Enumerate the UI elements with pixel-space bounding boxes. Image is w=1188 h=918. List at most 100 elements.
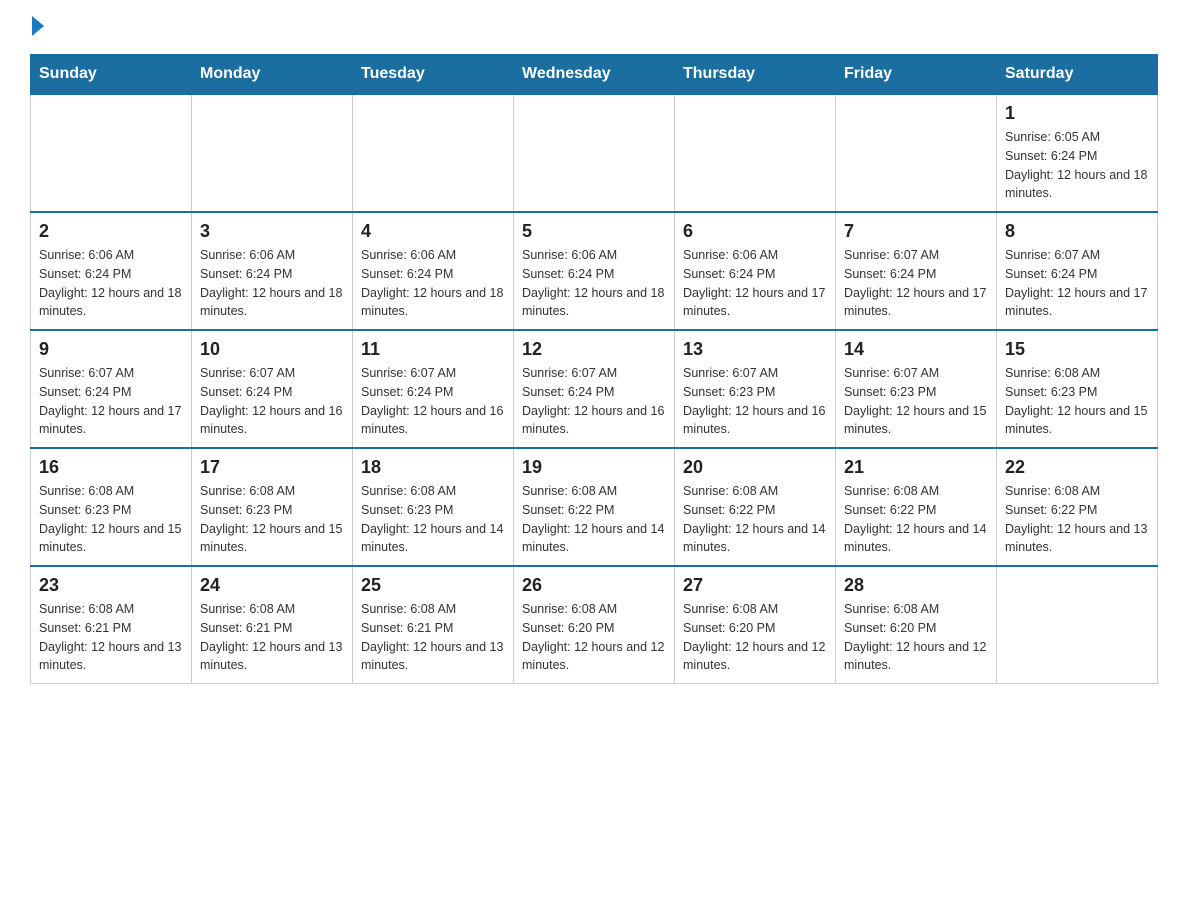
day-info: Sunrise: 6:08 AMSunset: 6:20 PMDaylight:… — [683, 600, 827, 675]
day-number: 24 — [200, 575, 344, 596]
calendar-cell: 17 Sunrise: 6:08 AMSunset: 6:23 PMDayligh… — [192, 448, 353, 566]
calendar-header-monday: Monday — [192, 55, 353, 95]
day-number: 11 — [361, 339, 505, 360]
calendar-cell: 7 Sunrise: 6:07 AMSunset: 6:24 PMDaylight… — [836, 212, 997, 330]
day-number: 8 — [1005, 221, 1149, 242]
calendar-week-row: 16 Sunrise: 6:08 AMSunset: 6:23 PMDayligh… — [31, 448, 1158, 566]
calendar-header-saturday: Saturday — [997, 55, 1158, 95]
page-header — [30, 20, 1158, 36]
day-number: 19 — [522, 457, 666, 478]
day-info: Sunrise: 6:08 AMSunset: 6:23 PMDaylight:… — [1005, 364, 1149, 439]
day-info: Sunrise: 6:07 AMSunset: 6:24 PMDaylight:… — [1005, 246, 1149, 321]
day-number: 14 — [844, 339, 988, 360]
day-number: 18 — [361, 457, 505, 478]
calendar-cell: 5 Sunrise: 6:06 AMSunset: 6:24 PMDaylight… — [514, 212, 675, 330]
day-info: Sunrise: 6:08 AMSunset: 6:22 PMDaylight:… — [522, 482, 666, 557]
day-info: Sunrise: 6:07 AMSunset: 6:24 PMDaylight:… — [522, 364, 666, 439]
calendar-cell: 16 Sunrise: 6:08 AMSunset: 6:23 PMDayligh… — [31, 448, 192, 566]
day-number: 17 — [200, 457, 344, 478]
calendar-header-sunday: Sunday — [31, 55, 192, 95]
day-info: Sunrise: 6:06 AMSunset: 6:24 PMDaylight:… — [39, 246, 183, 321]
calendar-cell — [514, 94, 675, 212]
day-info: Sunrise: 6:07 AMSunset: 6:24 PMDaylight:… — [361, 364, 505, 439]
calendar-cell: 12 Sunrise: 6:07 AMSunset: 6:24 PMDayligh… — [514, 330, 675, 448]
calendar-header-wednesday: Wednesday — [514, 55, 675, 95]
day-number: 7 — [844, 221, 988, 242]
logo — [30, 20, 44, 36]
day-info: Sunrise: 6:08 AMSunset: 6:23 PMDaylight:… — [361, 482, 505, 557]
calendar-cell: 8 Sunrise: 6:07 AMSunset: 6:24 PMDaylight… — [997, 212, 1158, 330]
day-number: 9 — [39, 339, 183, 360]
calendar-cell: 21Sunrise: 6:08 AMSunset: 6:22 PMDayligh… — [836, 448, 997, 566]
calendar-cell: 24 Sunrise: 6:08 AMSunset: 6:21 PMDayligh… — [192, 566, 353, 684]
day-info: Sunrise: 6:06 AMSunset: 6:24 PMDaylight:… — [522, 246, 666, 321]
calendar-cell — [192, 94, 353, 212]
calendar-week-row: 23 Sunrise: 6:08 AMSunset: 6:21 PMDayligh… — [31, 566, 1158, 684]
day-number: 27 — [683, 575, 827, 596]
day-info: Sunrise: 6:08 AMSunset: 6:20 PMDaylight:… — [844, 600, 988, 675]
day-number: 10 — [200, 339, 344, 360]
day-number: 4 — [361, 221, 505, 242]
calendar-cell: 28 Sunrise: 6:08 AMSunset: 6:20 PMDayligh… — [836, 566, 997, 684]
calendar-cell: 4 Sunrise: 6:06 AMSunset: 6:24 PMDaylight… — [353, 212, 514, 330]
day-info: Sunrise: 6:08 AMSunset: 6:22 PMDaylight:… — [683, 482, 827, 557]
day-number: 13 — [683, 339, 827, 360]
calendar-cell: 18 Sunrise: 6:08 AMSunset: 6:23 PMDayligh… — [353, 448, 514, 566]
calendar-cell: 25 Sunrise: 6:08 AMSunset: 6:21 PMDayligh… — [353, 566, 514, 684]
calendar-cell: 23 Sunrise: 6:08 AMSunset: 6:21 PMDayligh… — [31, 566, 192, 684]
day-number: 28 — [844, 575, 988, 596]
calendar-header-thursday: Thursday — [675, 55, 836, 95]
day-info: Sunrise: 6:08 AMSunset: 6:21 PMDaylight:… — [361, 600, 505, 675]
calendar-cell: 14 Sunrise: 6:07 AMSunset: 6:23 PMDayligh… — [836, 330, 997, 448]
calendar-header-friday: Friday — [836, 55, 997, 95]
day-info: Sunrise: 6:08 AMSunset: 6:22 PMDaylight:… — [844, 482, 988, 557]
calendar-cell: 10 Sunrise: 6:07 AMSunset: 6:24 PMDayligh… — [192, 330, 353, 448]
day-number: 20 — [683, 457, 827, 478]
calendar-week-row: 1Sunrise: 6:05 AMSunset: 6:24 PMDaylight… — [31, 94, 1158, 212]
day-info: Sunrise: 6:08 AMSunset: 6:21 PMDaylight:… — [200, 600, 344, 675]
day-number: 25 — [361, 575, 505, 596]
day-number: 6 — [683, 221, 827, 242]
calendar-cell: 1Sunrise: 6:05 AMSunset: 6:24 PMDaylight… — [997, 94, 1158, 212]
calendar-week-row: 2 Sunrise: 6:06 AMSunset: 6:24 PMDaylight… — [31, 212, 1158, 330]
calendar-cell — [997, 566, 1158, 684]
calendar-cell: 20 Sunrise: 6:08 AMSunset: 6:22 PMDayligh… — [675, 448, 836, 566]
day-number: 5 — [522, 221, 666, 242]
calendar-cell: 22Sunrise: 6:08 AMSunset: 6:22 PMDayligh… — [997, 448, 1158, 566]
day-info: Sunrise: 6:07 AMSunset: 6:24 PMDaylight:… — [39, 364, 183, 439]
day-info: Sunrise: 6:08 AMSunset: 6:23 PMDaylight:… — [200, 482, 344, 557]
day-info: Sunrise: 6:08 AMSunset: 6:23 PMDaylight:… — [39, 482, 183, 557]
day-number: 15 — [1005, 339, 1149, 360]
calendar-cell: 6 Sunrise: 6:06 AMSunset: 6:24 PMDaylight… — [675, 212, 836, 330]
calendar-cell: 13 Sunrise: 6:07 AMSunset: 6:23 PMDayligh… — [675, 330, 836, 448]
calendar-header-tuesday: Tuesday — [353, 55, 514, 95]
calendar-cell: 19 Sunrise: 6:08 AMSunset: 6:22 PMDayligh… — [514, 448, 675, 566]
day-info: Sunrise: 6:07 AMSunset: 6:24 PMDaylight:… — [844, 246, 988, 321]
calendar-table: SundayMondayTuesdayWednesdayThursdayFrid… — [30, 54, 1158, 684]
day-info: Sunrise: 6:06 AMSunset: 6:24 PMDaylight:… — [683, 246, 827, 321]
day-number: 2 — [39, 221, 183, 242]
day-info: Sunrise: 6:06 AMSunset: 6:24 PMDaylight:… — [361, 246, 505, 321]
calendar-cell — [675, 94, 836, 212]
day-info: Sunrise: 6:07 AMSunset: 6:23 PMDaylight:… — [844, 364, 988, 439]
day-info: Sunrise: 6:08 AMSunset: 6:20 PMDaylight:… — [522, 600, 666, 675]
calendar-cell: 11 Sunrise: 6:07 AMSunset: 6:24 PMDayligh… — [353, 330, 514, 448]
calendar-header-row: SundayMondayTuesdayWednesdayThursdayFrid… — [31, 55, 1158, 95]
calendar-cell: 26 Sunrise: 6:08 AMSunset: 6:20 PMDayligh… — [514, 566, 675, 684]
calendar-cell: 15 Sunrise: 6:08 AMSunset: 6:23 PMDayligh… — [997, 330, 1158, 448]
day-info: Sunrise: 6:07 AMSunset: 6:23 PMDaylight:… — [683, 364, 827, 439]
day-info: Sunrise: 6:06 AMSunset: 6:24 PMDaylight:… — [200, 246, 344, 321]
day-info: Sunrise: 6:07 AMSunset: 6:24 PMDaylight:… — [200, 364, 344, 439]
day-number: 22 — [1005, 457, 1149, 478]
calendar-cell: 9 Sunrise: 6:07 AMSunset: 6:24 PMDaylight… — [31, 330, 192, 448]
day-number: 1 — [1005, 103, 1149, 124]
calendar-week-row: 9 Sunrise: 6:07 AMSunset: 6:24 PMDaylight… — [31, 330, 1158, 448]
day-number: 12 — [522, 339, 666, 360]
calendar-cell — [836, 94, 997, 212]
calendar-cell — [31, 94, 192, 212]
calendar-cell: 2 Sunrise: 6:06 AMSunset: 6:24 PMDaylight… — [31, 212, 192, 330]
day-number: 23 — [39, 575, 183, 596]
day-number: 16 — [39, 457, 183, 478]
day-info: Sunrise: 6:08 AMSunset: 6:21 PMDaylight:… — [39, 600, 183, 675]
day-number: 26 — [522, 575, 666, 596]
